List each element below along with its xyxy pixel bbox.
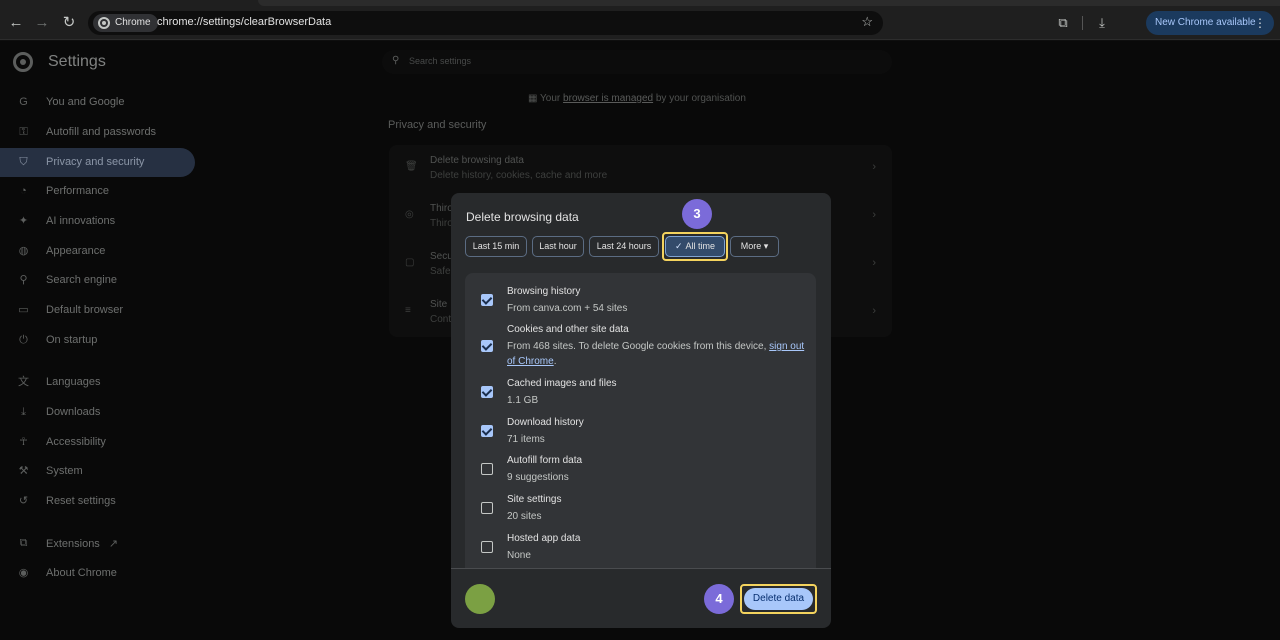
- url-text[interactable]: chrome://settings/clearBrowserData: [157, 16, 331, 28]
- option-title: Site settings: [507, 494, 562, 505]
- kebab-menu-icon[interactable]: ⋮: [1254, 11, 1266, 35]
- download-icon[interactable]: ⤓: [1092, 13, 1112, 33]
- update-label: New Chrome available: [1155, 17, 1256, 28]
- extensions-icon[interactable]: ⧉: [1053, 13, 1073, 33]
- delete-browsing-data-dialog: Delete browsing data 3 Last 15 min Last …: [451, 193, 831, 628]
- option-subtitle: 20 sites: [507, 511, 542, 522]
- forward-icon[interactable]: →: [32, 13, 52, 33]
- step-badge-3: 3: [682, 199, 712, 229]
- option-title: Cookies and other site data: [507, 324, 629, 335]
- bookmark-star-icon[interactable]: ☆: [861, 14, 873, 30]
- option-subtitle: None: [507, 550, 531, 561]
- chrome-icon: [98, 17, 110, 29]
- delete-data-button[interactable]: Delete data: [744, 588, 813, 610]
- cached-images-checkbox[interactable]: [481, 386, 493, 398]
- address-bar[interactable]: Chrome chrome://settings/clearBrowserDat…: [88, 11, 883, 35]
- option-subtitle: From 468 sites. To delete Google cookies…: [507, 341, 805, 367]
- download-history-checkbox[interactable]: [481, 425, 493, 437]
- option-title: Download history: [507, 417, 584, 428]
- site-chip-label: Chrome: [115, 17, 151, 28]
- option-subtitle: From canva.com + 54 sites: [507, 303, 628, 314]
- step-badge-4: 4: [704, 584, 734, 614]
- data-types-list: Browsing history From canva.com + 54 sit…: [465, 273, 816, 568]
- site-settings-checkbox[interactable]: [481, 502, 493, 514]
- range-last-hour[interactable]: Last hour: [532, 236, 584, 257]
- option-subtitle: 71 items: [507, 434, 545, 445]
- option-subtitle: 9 suggestions: [507, 472, 569, 483]
- hosted-app-data-checkbox[interactable]: [481, 541, 493, 553]
- avatar[interactable]: [465, 584, 495, 614]
- option-title: Browsing history: [507, 286, 581, 297]
- cookies-checkbox[interactable]: [481, 340, 493, 352]
- browser-toolbar: ← → ↻ Chrome chrome://settings/clearBrow…: [0, 6, 1280, 40]
- footer-divider: [451, 568, 831, 569]
- option-subtitle: 1.1 GB: [507, 395, 539, 406]
- range-more-dropdown[interactable]: More ▾: [730, 236, 779, 257]
- autofill-checkbox[interactable]: [481, 463, 493, 475]
- back-icon[interactable]: ←: [6, 13, 26, 33]
- option-title: Cached images and files: [507, 378, 617, 389]
- reload-icon[interactable]: ↻: [59, 13, 79, 33]
- site-chip[interactable]: Chrome: [93, 14, 158, 32]
- range-more-label: More: [740, 241, 762, 251]
- cookies-subtitle-text: From 468 sites. To delete Google cookies…: [507, 341, 767, 352]
- range-last-15-min[interactable]: Last 15 min: [465, 236, 527, 257]
- dialog-title: Delete browsing data: [466, 210, 579, 224]
- highlight-delete-data: Delete data: [740, 584, 817, 614]
- browsing-history-checkbox[interactable]: [481, 294, 493, 306]
- range-last-24-hours[interactable]: Last 24 hours: [589, 236, 659, 257]
- option-title: Autofill form data: [507, 455, 583, 466]
- new-chrome-available-button[interactable]: New Chrome available ⋮: [1146, 11, 1274, 35]
- toolbar-separator: [1082, 16, 1083, 30]
- highlight-all-time: [662, 232, 728, 261]
- option-title: Hosted app data: [507, 533, 581, 544]
- caret-down-icon: ▾: [763, 241, 769, 251]
